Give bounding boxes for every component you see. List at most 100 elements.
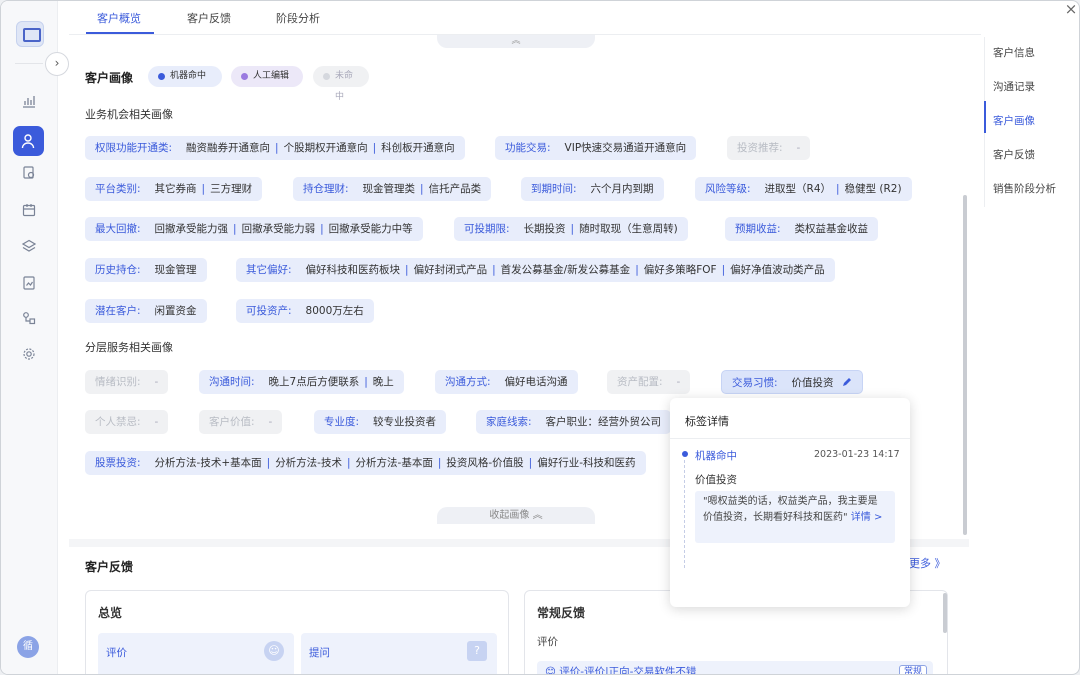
- tag-key: 功能交易:: [505, 142, 551, 154]
- feedback-title: 客户反馈: [85, 560, 134, 574]
- tag-investable-assets[interactable]: 可投资产: 8000万左右: [236, 299, 374, 323]
- tag-key: 交易习惯:: [732, 377, 778, 389]
- tag-value: -: [796, 142, 801, 154]
- tag-value: 投资风格-价值股: [446, 457, 524, 469]
- tag-personal-taboo[interactable]: 个人禁忌: -: [85, 410, 169, 434]
- tag-risk-level[interactable]: 风险等级: 进取型（R4） | 稳健型 (R2): [695, 177, 912, 201]
- avatar[interactable]: 循: [17, 636, 39, 658]
- tag-key: 权限功能开通类:: [95, 142, 173, 154]
- anchor-feedback[interactable]: 客户反馈: [993, 147, 1035, 162]
- right-anchor-nav: 客户信息 沟通记录 客户画像 客户反馈 销售阶段分析: [984, 37, 1079, 207]
- tag-value: 偏好多策略FOF: [643, 264, 717, 276]
- tag-value: 六个月内到期: [590, 183, 654, 195]
- close-icon[interactable]: ×: [1063, 1, 1079, 17]
- tag-platform[interactable]: 平台类别: 其它券商 | 三方理财: [85, 177, 263, 201]
- tag-contact-time[interactable]: 沟通时间: 晚上7点后方便联系 | 晚上: [199, 370, 404, 394]
- tag-value: 随时取现（生意周转): [579, 223, 678, 235]
- sidebar-toggle-chevron-icon[interactable]: ›: [45, 52, 69, 76]
- tag-value: 其它券商: [154, 183, 197, 195]
- tag-value: 回撤承受能力强: [154, 223, 229, 235]
- timeline-dot: [682, 451, 688, 457]
- tag-investment-recommend[interactable]: 投资推荐: -: [727, 136, 811, 160]
- edit-icon[interactable]: [834, 377, 852, 389]
- tag-max-drawdown[interactable]: 最大回撤: 回撤承受能力强 | 回撤承受能力弱 | 回撤承受能力中等: [85, 217, 423, 241]
- tab-stage-analysis[interactable]: 阶段分析: [276, 10, 320, 26]
- tag-value: 晚上: [372, 376, 394, 388]
- tag-holding-wealth[interactable]: 持仓理财: 现金管理类 | 信托产品类: [293, 177, 492, 201]
- collapse-portrait-button[interactable]: 收起画像 ︽: [437, 507, 595, 524]
- tag-value: 分析方法-技术+基本面: [154, 457, 262, 469]
- tag-key: 资产配置:: [617, 376, 663, 388]
- tag-emotion[interactable]: 情绪识别: -: [85, 370, 169, 394]
- tag-contact-method[interactable]: 沟通方式: 偏好电话沟通: [435, 370, 578, 394]
- tag-customer-value[interactable]: 客户价值: -: [199, 410, 283, 434]
- feedback-item[interactable]: 😊 评价-评价|正向-交易软件不错 常规: [537, 661, 933, 674]
- tag-value: 个股期权开通意向: [283, 142, 368, 154]
- tag-value: 进取型（R4）: [764, 183, 832, 195]
- more-link[interactable]: 更多 》: [909, 555, 946, 571]
- tag-value: 偏好封闭式产品: [413, 264, 488, 276]
- tag-value: 首发公募基金/新发公募基金: [500, 264, 631, 276]
- tag-history-holding[interactable]: 历史持仓: 现金管理: [85, 258, 207, 282]
- tag-key: 可投资产:: [246, 305, 292, 317]
- app-window: 循 › 客户概览 客户反馈 阶段分析 ︽ 客户画像 机器命中 人工编辑 未命中 …: [0, 0, 1080, 675]
- tag-value: 回撤承受能力弱: [241, 223, 316, 235]
- tag-stock-investment[interactable]: 股票投资: 分析方法-技术+基本面 | 分析方法-技术 | 分析方法-基本面 | 投资风格-价…: [85, 451, 646, 475]
- feedback-type-badge: 常规: [898, 665, 927, 674]
- anchor-communication[interactable]: 沟通记录: [993, 79, 1035, 94]
- customer-nav-active[interactable]: [13, 126, 44, 156]
- card-scrollbar[interactable]: [943, 593, 947, 633]
- calendar-icon[interactable]: [19, 203, 39, 223]
- service-section-title: 分层服务相关画像: [85, 341, 173, 354]
- regular-feedback-sub: 评价: [537, 636, 558, 648]
- tag-key: 个人禁忌:: [95, 416, 141, 428]
- chart-icon[interactable]: [19, 94, 39, 114]
- tag-expected-return[interactable]: 预期收益: 类权益基金收益: [725, 217, 879, 241]
- report-icon[interactable]: [19, 276, 39, 296]
- detail-link[interactable]: 详情 >: [851, 512, 883, 523]
- tag-invest-term[interactable]: 可投期限: 长期投资 | 随时取现（生意周转): [454, 217, 688, 241]
- tag-key: 到期时间:: [531, 183, 577, 195]
- tag-potential-customer[interactable]: 潜在客户: 闲置资金: [85, 299, 207, 323]
- tag-value: 分析方法-技术: [275, 457, 342, 469]
- legend-manual-edit: 人工编辑: [231, 66, 303, 87]
- expand-chevron-icon[interactable]: ︽: [437, 35, 595, 48]
- search-doc-icon[interactable]: [19, 166, 39, 186]
- tag-detail-popover: 标签详情 机器命中 2023-01-23 14:17 价值投资 "嗯权益类的话，…: [670, 398, 910, 607]
- tab-customer-overview[interactable]: 客户概览: [97, 10, 141, 26]
- legend-machine-hit: 机器命中: [148, 66, 222, 87]
- tag-asset-allocation[interactable]: 资产配置: -: [607, 370, 691, 394]
- tag-key: 沟通方式:: [445, 376, 491, 388]
- tag-trade-habit[interactable]: 交易习惯: 价值投资: [721, 370, 863, 394]
- flow-icon[interactable]: [19, 311, 39, 331]
- tag-permission[interactable]: 权限功能开通类: 融资融券开通意向 | 个股期权开通意向 | 科创板开通意向: [85, 136, 465, 160]
- tag-other-preference[interactable]: 其它偏好: 偏好科技和医药板块 | 偏好封闭式产品 | 首发公募基金/新发公募基金 | 偏好多…: [236, 258, 835, 282]
- question-tile[interactable]: 提问 ?: [301, 633, 497, 674]
- anchor-sales-stage[interactable]: 销售阶段分析: [993, 181, 1056, 196]
- overview-card-title: 总览: [98, 606, 123, 620]
- anchor-portrait[interactable]: 客户画像: [993, 113, 1035, 128]
- tag-key: 风险等级:: [705, 183, 751, 195]
- gear-icon[interactable]: [19, 347, 39, 367]
- overview-card: 总览 评价 ☺ 提问 ?: [85, 590, 509, 674]
- rating-tile[interactable]: 评价 ☺: [98, 633, 294, 674]
- tag-value: 较专业投资者: [373, 416, 437, 428]
- tag-value: 现金管理: [154, 264, 197, 276]
- tag-value: 长期投资: [523, 223, 566, 235]
- popover-value: 价值投资: [695, 474, 737, 486]
- tag-professionalism[interactable]: 专业度: 较专业投资者: [314, 410, 447, 434]
- tag-key: 历史持仓:: [95, 264, 141, 276]
- tag-key: 专业度:: [324, 416, 360, 428]
- scrollbar[interactable]: [963, 195, 967, 535]
- tab-customer-feedback[interactable]: 客户反馈: [187, 10, 231, 26]
- tag-value: 类权益基金收益: [794, 223, 869, 235]
- tag-maturity[interactable]: 到期时间: 六个月内到期: [521, 177, 664, 201]
- legend-not-hit: 未命中: [313, 66, 369, 102]
- tag-function-trade[interactable]: 功能交易: VIP快速交易通道开通意向: [495, 136, 697, 160]
- tag-value: -: [268, 416, 273, 428]
- layers-icon[interactable]: [19, 239, 39, 259]
- tag-value: 分析方法-基本面: [355, 457, 433, 469]
- anchor-customer-info[interactable]: 客户信息: [993, 45, 1035, 60]
- tag-family-clue[interactable]: 家庭线索: 客户职业：经营外贸公司: [476, 410, 672, 434]
- tag-value: 融资融券开通意向: [186, 142, 271, 154]
